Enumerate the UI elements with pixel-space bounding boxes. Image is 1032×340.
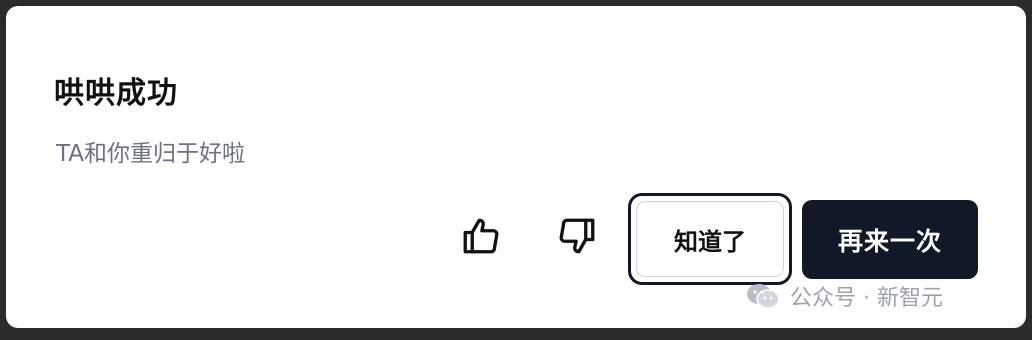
- wechat-icon: [747, 284, 780, 309]
- thumbs-down-icon: [556, 215, 598, 260]
- thumbs-up-icon: [460, 215, 502, 260]
- watermark-text: 公众号 · 新智元: [790, 286, 943, 311]
- acknowledge-button-label: 知道了: [636, 201, 784, 277]
- thumbs-down-button[interactable]: [552, 212, 602, 262]
- retry-button[interactable]: 再来一次: [802, 200, 978, 279]
- watermark: 公众号 · 新智元: [744, 280, 943, 312]
- thumbs-up-button[interactable]: [456, 212, 506, 262]
- dialog-title: 哄哄成功: [54, 76, 178, 111]
- dialog-message: TA和你重归于好啦: [56, 141, 245, 167]
- acknowledge-button[interactable]: 知道了: [628, 193, 792, 285]
